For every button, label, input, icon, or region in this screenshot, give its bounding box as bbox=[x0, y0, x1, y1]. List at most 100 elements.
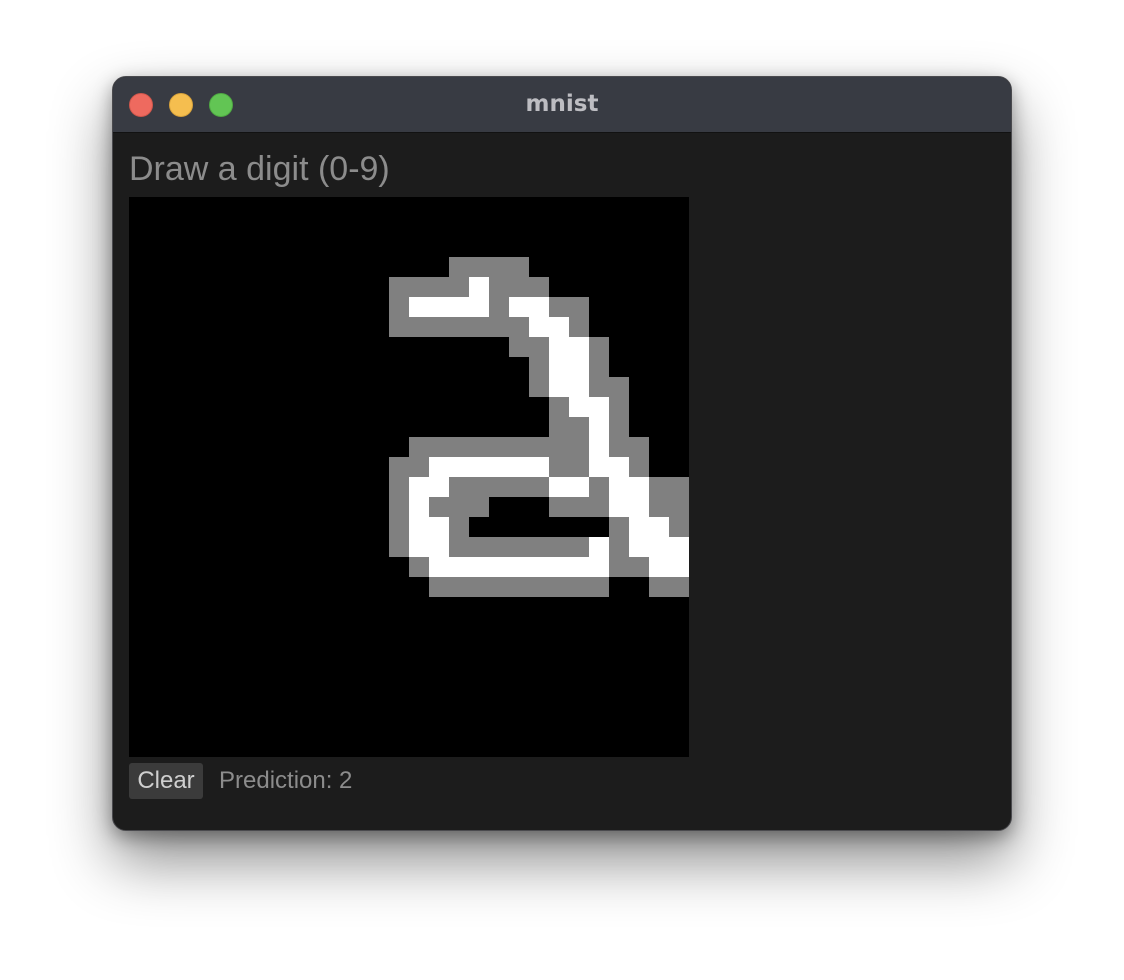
pixel-cell bbox=[569, 397, 589, 417]
pixel-cell bbox=[589, 477, 609, 497]
pixel-cell bbox=[649, 577, 669, 597]
pixel-cell bbox=[489, 437, 509, 457]
pixel-cell bbox=[489, 277, 509, 297]
pixel-cell bbox=[549, 337, 569, 357]
pixel-cell bbox=[409, 537, 429, 557]
pixel-cell bbox=[569, 537, 589, 557]
page-heading: Draw a digit (0-9) bbox=[129, 150, 390, 188]
pixel-cell bbox=[609, 537, 629, 557]
pixel-cell bbox=[569, 357, 589, 377]
pixel-cell bbox=[389, 497, 409, 517]
pixel-cell bbox=[409, 437, 429, 457]
pixel-cell bbox=[549, 577, 569, 597]
pixel-cell bbox=[549, 357, 569, 377]
pixel-cell bbox=[549, 317, 569, 337]
pixel-cell bbox=[449, 297, 469, 317]
pixel-cell bbox=[429, 537, 449, 557]
pixel-cell bbox=[649, 497, 669, 517]
pixel-cell bbox=[629, 457, 649, 477]
pixel-cell bbox=[469, 257, 489, 277]
pixel-cell bbox=[529, 357, 549, 377]
pixel-cell bbox=[589, 357, 609, 377]
pixel-cell bbox=[469, 277, 489, 297]
pixel-cell bbox=[509, 537, 529, 557]
pixel-cell bbox=[669, 477, 689, 497]
pixel-cell bbox=[409, 517, 429, 537]
digit-pixels bbox=[389, 257, 689, 597]
pixel-cell bbox=[609, 517, 629, 537]
pixel-cell bbox=[549, 537, 569, 557]
pixel-cell bbox=[429, 317, 449, 337]
pixel-cell bbox=[569, 297, 589, 317]
pixel-cell bbox=[569, 377, 589, 397]
pixel-cell bbox=[569, 337, 589, 357]
pixel-cell bbox=[469, 457, 489, 477]
pixel-cell bbox=[569, 577, 589, 597]
clear-button[interactable]: Clear bbox=[129, 763, 203, 799]
pixel-cell bbox=[589, 417, 609, 437]
pixel-cell bbox=[449, 577, 469, 597]
pixel-cell bbox=[509, 317, 529, 337]
pixel-cell bbox=[609, 377, 629, 397]
pixel-cell bbox=[529, 297, 549, 317]
pixel-cell bbox=[449, 257, 469, 277]
pixel-cell bbox=[649, 557, 669, 577]
pixel-cell bbox=[529, 277, 549, 297]
pixel-cell bbox=[409, 497, 429, 517]
pixel-cell bbox=[609, 417, 629, 437]
pixel-cell bbox=[469, 537, 489, 557]
pixel-cell bbox=[429, 477, 449, 497]
pixel-cell bbox=[629, 517, 649, 537]
pixel-cell bbox=[589, 337, 609, 357]
pixel-cell bbox=[589, 437, 609, 457]
pixel-cell bbox=[629, 437, 649, 457]
pixel-cell bbox=[569, 437, 589, 457]
pixel-cell bbox=[589, 377, 609, 397]
pixel-cell bbox=[529, 557, 549, 577]
drawing-canvas[interactable] bbox=[129, 197, 689, 757]
pixel-cell bbox=[589, 557, 609, 577]
pixel-cell bbox=[489, 257, 509, 277]
pixel-cell bbox=[429, 497, 449, 517]
pixel-cell bbox=[629, 477, 649, 497]
pixel-cell bbox=[569, 317, 589, 337]
pixel-cell bbox=[609, 397, 629, 417]
prediction-label: Prediction: 2 bbox=[219, 767, 353, 794]
pixel-cell bbox=[529, 457, 549, 477]
pixel-cell bbox=[529, 477, 549, 497]
pixel-cell bbox=[429, 457, 449, 477]
pixel-cell bbox=[549, 457, 569, 477]
pixel-cell bbox=[609, 457, 629, 477]
pixel-cell bbox=[609, 497, 629, 517]
pixel-cell bbox=[429, 437, 449, 457]
pixel-cell bbox=[409, 557, 429, 577]
pixel-cell bbox=[489, 457, 509, 477]
pixel-cell bbox=[589, 577, 609, 597]
pixel-cell bbox=[529, 577, 549, 597]
pixel-cell bbox=[449, 537, 469, 557]
pixel-cell bbox=[389, 297, 409, 317]
pixel-cell bbox=[669, 517, 689, 537]
pixel-cell bbox=[649, 477, 669, 497]
pixel-cell bbox=[509, 257, 529, 277]
pixel-cell bbox=[389, 537, 409, 557]
pixel-cell bbox=[489, 557, 509, 577]
pixel-cell bbox=[389, 457, 409, 477]
pixel-cell bbox=[609, 477, 629, 497]
pixel-cell bbox=[509, 577, 529, 597]
pixel-cell bbox=[649, 537, 669, 557]
pixel-cell bbox=[429, 577, 449, 597]
pixel-cell bbox=[549, 557, 569, 577]
pixel-cell bbox=[469, 497, 489, 517]
pixel-cell bbox=[509, 337, 529, 357]
pixel-cell bbox=[589, 497, 609, 517]
pixel-cell bbox=[669, 577, 689, 597]
pixel-cell bbox=[429, 277, 449, 297]
pixel-cell bbox=[489, 577, 509, 597]
pixel-cell bbox=[409, 477, 429, 497]
pixel-cell bbox=[589, 537, 609, 557]
pixel-cell bbox=[629, 557, 649, 577]
pixel-cell bbox=[489, 317, 509, 337]
pixel-cell bbox=[569, 477, 589, 497]
pixel-cell bbox=[409, 297, 429, 317]
